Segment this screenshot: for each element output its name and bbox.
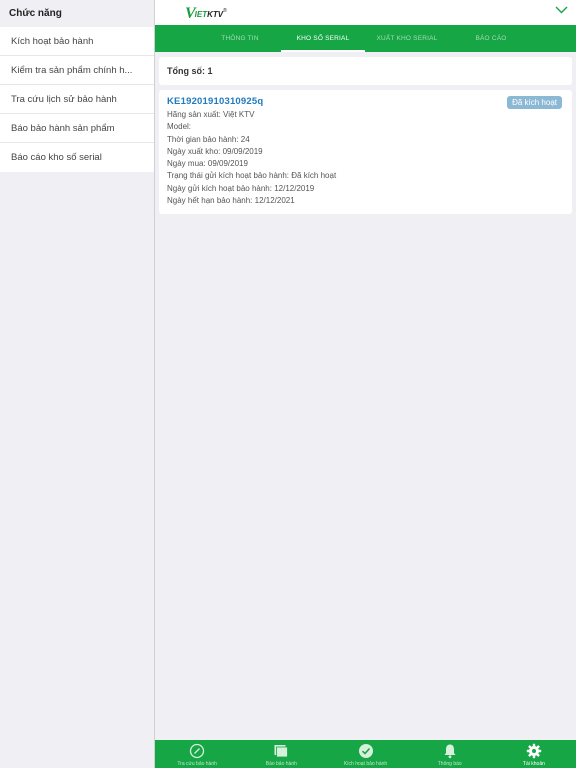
total-count-label: Tổng số: 1 [167,66,213,76]
bell-icon [444,744,456,759]
nav-warranty-lookup[interactable]: Tra cứu bảo hành [155,740,239,768]
sidebar-item-activate-warranty[interactable]: Kích hoạt bảo hành [0,27,154,56]
sidebar-item-check-genuine-product[interactable]: Kiểm tra sản phẩm chính h... [0,56,154,85]
detail-warranty-expiry: Ngày hết hạn bảo hành: 12/12/2021 [167,196,295,206]
detail-export-date: Ngày xuất kho: 09/09/2019 [167,146,263,156]
tab-export-serial[interactable]: XUẤT KHO SERIAL [365,25,449,52]
nav-notifications[interactable]: Thông báo [408,740,492,768]
nav-account[interactable]: Tài khoản [492,740,576,768]
sidebar-item-serial-stock-report[interactable]: Báo cáo kho số serial [0,143,154,172]
detail-model: Model: [167,122,192,132]
detail-warranty-period: Thời gian bảo hành: 24 [167,134,250,144]
logo-wordmark: IETKTV [195,10,223,20]
serial-number[interactable]: KE19201910310925q [167,96,564,107]
nav-label: Tra cứu bảo hành [177,761,217,767]
sidebar-item-report-warranty[interactable]: Báo bảo hành sản phẩm [0,114,154,143]
nav-activate-warranty[interactable]: Kích hoạt bảo hành [323,740,407,768]
total-count-card: Tổng số: 1 [159,57,572,85]
gear-icon [526,743,542,759]
tab-info[interactable]: THÔNG TIN [199,25,281,52]
detail-activation-sent-date: Ngày gửi kích hoạt bảo hành: 12/12/2019 [167,183,315,193]
status-badge: Đã kích hoạt [507,96,562,109]
sidebar-menu: Kích hoạt bảo hành Kiểm tra sản phẩm chí… [0,27,154,172]
serial-details: Hãng sản xuất: Việt KTV Model: Thời gian… [167,109,564,207]
sidebar-header: Chức năng [0,0,154,27]
detail-activation-status: Trạng thái gửi kích hoạt bảo hành: Đã kí… [167,171,337,181]
sidebar-item-warranty-history[interactable]: Tra cứu lịch sử bảo hành [0,85,154,114]
nav-label: Báo bảo hành [265,761,297,767]
vietktv-logo: V IETKTV ® [185,5,227,22]
nav-label: Kích hoạt bảo hành [343,761,388,767]
main-panel: V IETKTV ® THÔNG TIN KHO SỐ SERIAL XUẤT … [155,0,576,768]
top-bar: V IETKTV ® [155,0,576,25]
tab-bar: THÔNG TIN KHO SỐ SERIAL XUẤT KHO SERIAL … [155,25,576,52]
check-circle-icon [358,744,373,758]
nav-label: Thông báo [437,761,462,767]
logo-registered: ® [223,8,227,14]
documents-icon [274,745,289,758]
tab-serial-stock[interactable]: KHO SỐ SERIAL [281,25,365,52]
sidebar: Chức năng Kích hoạt bảo hành Kiểm tra sả… [0,0,155,768]
detail-manufacturer: Hãng sản xuất: Việt KTV [167,110,255,119]
nav-label: Tài khoản [522,761,545,767]
nav-report-warranty[interactable]: Báo bảo hành [239,740,323,768]
logo-word-ktv: KTV [207,10,224,19]
detail-purchase-date: Ngày mua: 09/09/2019 [167,159,248,169]
chevron-down-icon[interactable] [555,5,568,15]
compass-icon [189,743,205,759]
tab-report[interactable]: BÁO CÁO [449,25,533,52]
logo-word-iet: IET [194,10,208,19]
serial-item-card[interactable]: KE19201910310925q Đã kích hoạt Hãng sản … [159,90,572,214]
bottom-navigation: Tra cứu bảo hành Báo bảo hành Kích hoạt … [155,740,576,768]
